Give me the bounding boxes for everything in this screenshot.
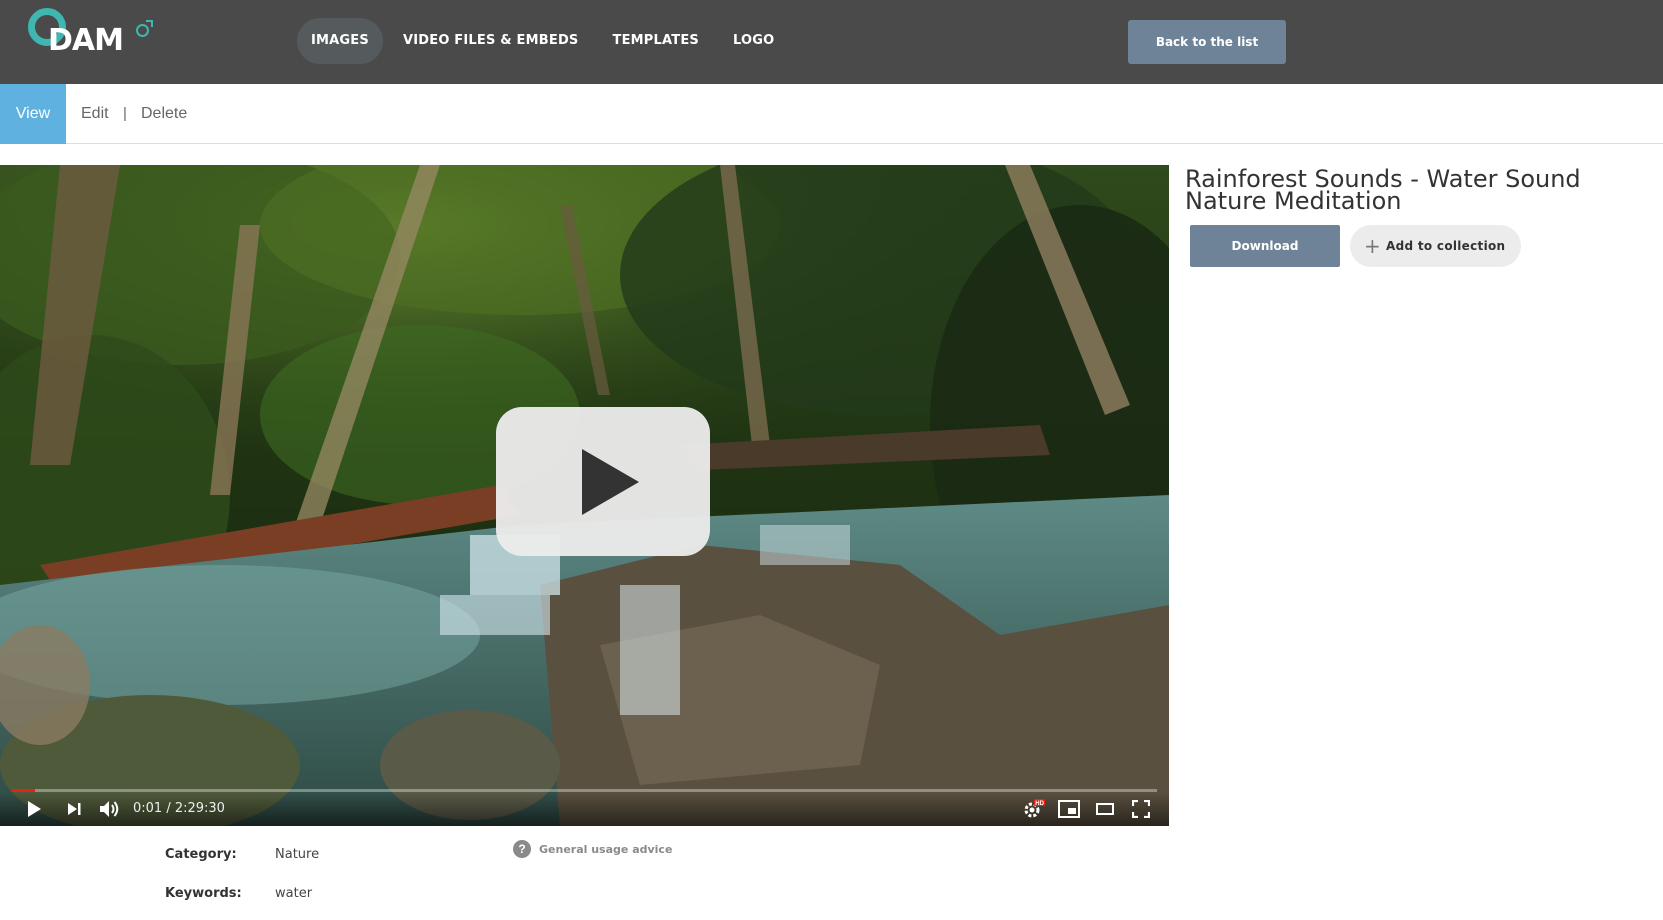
volume-icon[interactable] [96, 792, 124, 826]
time-display: 0:01 / 2:29:30 [133, 801, 225, 816]
tab-edit[interactable]: Edit [81, 84, 109, 144]
player-controls: 0:01 / 2:29:30 HD [0, 792, 1169, 826]
next-icon[interactable] [60, 792, 88, 826]
asset-title: Rainforest Sounds - Water Sound Nature M… [1185, 165, 1581, 215]
damo-logo[interactable]: DAM [28, 8, 168, 68]
add-to-collection-button[interactable]: + Add to collection [1350, 225, 1521, 267]
video-player[interactable]: 0:01 / 2:29:30 HD [0, 165, 1169, 826]
tab-delete[interactable]: Delete [141, 84, 187, 144]
back-to-list-button[interactable]: Back to the list [1128, 20, 1286, 64]
nav-item-logo[interactable]: LOGO [719, 18, 788, 64]
top-header: DAM IMAGES VIDEO FILES & EMBEDS TEMPLATE… [0, 0, 1663, 84]
svg-text:HD: HD [1035, 801, 1044, 807]
miniplayer-icon[interactable] [1054, 792, 1084, 826]
action-tabs: View Edit | Delete [0, 84, 1663, 144]
play-triangle-icon [582, 449, 639, 515]
play-icon[interactable] [20, 792, 48, 826]
category-label: Category: [165, 847, 237, 862]
main-nav: IMAGES VIDEO FILES & EMBEDS TEMPLATES LO… [297, 18, 788, 64]
nav-item-templates[interactable]: TEMPLATES [599, 18, 713, 64]
category-value: Nature [275, 847, 320, 862]
logo-text: DAM [48, 23, 124, 58]
theater-icon[interactable] [1090, 792, 1120, 826]
logo-o-mark [136, 20, 153, 37]
nav-item-video-files[interactable]: VIDEO FILES & EMBEDS [389, 18, 593, 64]
help-icon: ? [513, 840, 531, 858]
keywords-value: water [275, 886, 313, 901]
general-usage-advice-label: General usage advice [539, 842, 673, 856]
tab-separator: | [123, 105, 127, 122]
add-to-collection-label: Add to collection [1386, 239, 1506, 253]
nav-item-images[interactable]: IMAGES [297, 18, 383, 64]
settings-hd-icon[interactable]: HD [1018, 792, 1048, 826]
plus-icon: + [1364, 234, 1382, 258]
fullscreen-icon[interactable] [1126, 792, 1156, 826]
tab-view[interactable]: View [0, 84, 66, 144]
general-usage-advice-link[interactable]: ? General usage advice [513, 840, 672, 858]
large-play-button[interactable] [496, 407, 710, 556]
keywords-label: Keywords: [165, 886, 242, 901]
download-button[interactable]: Download [1190, 225, 1340, 267]
